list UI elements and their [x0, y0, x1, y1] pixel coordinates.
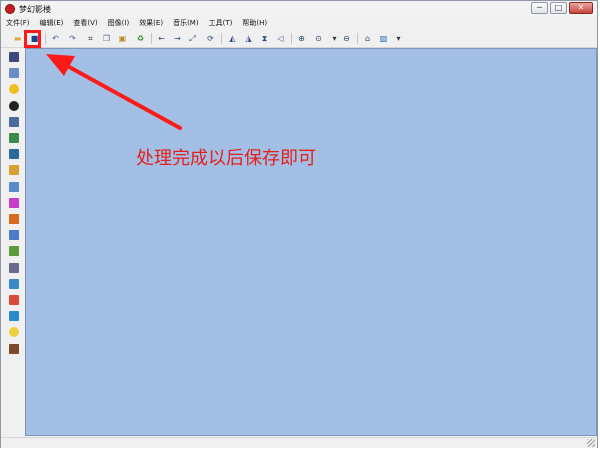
annotation-arrow-icon — [46, 54, 182, 130]
annotation-text: 处理完成以后保存即可 — [136, 148, 316, 169]
